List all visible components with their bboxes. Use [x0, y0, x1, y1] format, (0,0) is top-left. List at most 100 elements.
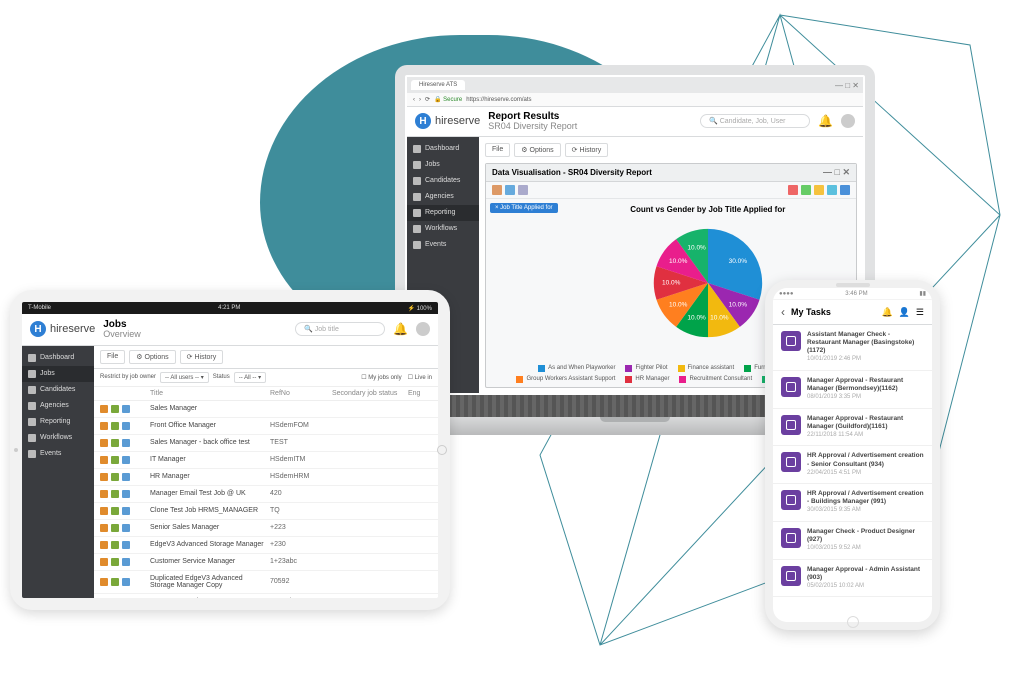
svg-text:30.0%: 30.0% — [728, 258, 747, 265]
sidebar-item-events[interactable]: Events — [22, 446, 94, 462]
table-row[interactable]: Customer Service Manager1+23abc — [94, 554, 438, 571]
svg-text:10.0%: 10.0% — [662, 280, 681, 287]
browser-tab[interactable]: Hireserve ATS — [411, 80, 465, 90]
brand-logo[interactable]: H hireserve — [30, 321, 95, 337]
nav-icon — [413, 209, 421, 217]
avatar[interactable] — [841, 114, 855, 128]
options-button[interactable]: ⚙ Options — [129, 350, 175, 364]
nav-icon — [28, 434, 36, 442]
nav-icon — [413, 241, 421, 249]
list-item[interactable]: Manager Approval - Admin Assistant (903)… — [773, 560, 932, 598]
table-row[interactable]: Sales Manager - back office testTEST — [94, 435, 438, 452]
sidebar-item-workflows[interactable]: Workflows — [407, 221, 479, 237]
table-row[interactable]: IT ManagerHSdemITM — [94, 452, 438, 469]
history-button[interactable]: ⟳ History — [565, 143, 609, 157]
sidebar-item-jobs[interactable]: Jobs — [407, 157, 479, 173]
legend-item: Finance assistant — [678, 365, 735, 372]
legend-item: Recruitment Consultant — [679, 376, 752, 383]
history-button[interactable]: ⟳ History — [180, 350, 224, 364]
filter-bar: Restrict by job owner -- All users -- ▾ … — [94, 369, 438, 387]
nav-reload-icon[interactable]: ⟳ — [425, 96, 430, 103]
legend-item: Group Workers Assistant Support — [516, 376, 615, 383]
sidebar-item-jobs[interactable]: Jobs — [22, 366, 94, 382]
table-row[interactable]: Front Office ManagerHSdemFOM — [94, 418, 438, 435]
file-button[interactable]: File — [100, 350, 125, 364]
sidebar-item-reporting[interactable]: Reporting — [407, 205, 479, 221]
svg-text:10.0%: 10.0% — [669, 258, 688, 265]
logo-icon: H — [415, 113, 431, 129]
back-icon[interactable]: ‹ — [781, 305, 785, 319]
phone-status-bar: ●●●●3:46 PM▮▮ — [773, 288, 932, 300]
secure-badge: 🔒 Secure — [434, 96, 462, 103]
sidebar-item-agencies[interactable]: Agencies — [407, 189, 479, 205]
legend-item: HR Manager — [625, 376, 669, 383]
table-row[interactable]: Sales Manager — [94, 401, 438, 418]
nav-fwd-icon[interactable]: › — [419, 97, 421, 103]
nav-icon — [413, 225, 421, 233]
svg-text:10.0%: 10.0% — [728, 301, 747, 308]
filter-tag[interactable]: × Job Title Applied for — [490, 203, 558, 213]
list-item[interactable]: HR Approval / Advertisement creation - B… — [773, 484, 932, 522]
sidebar-item-dashboard[interactable]: Dashboard — [407, 141, 479, 157]
list-item[interactable]: HR Approval / Advertisement creation - S… — [773, 446, 932, 484]
search-input[interactable]: 🔍 Candidate, Job, User — [700, 114, 810, 128]
notifications-icon[interactable]: 🔔 — [881, 307, 892, 318]
table-row[interactable]: Customer Service Manager1+23abc — [94, 594, 438, 598]
legend-item: Fighter Pilot — [625, 365, 667, 372]
tool-icon[interactable] — [518, 185, 528, 195]
livein-checkbox[interactable]: ☐ Live in — [408, 374, 432, 381]
list-item[interactable]: Manager Approval - Restaurant Manager (G… — [773, 409, 932, 447]
tool-icon[interactable] — [827, 185, 837, 195]
sidebar-item-candidates[interactable]: Candidates — [407, 173, 479, 189]
search-input[interactable]: 🔍 Job title — [295, 322, 385, 336]
chart-title: Count vs Gender by Job Title Applied for — [630, 205, 785, 214]
page-title: My Tasks — [791, 307, 831, 317]
task-icon — [781, 452, 801, 472]
nav-icon — [28, 370, 36, 378]
tool-icon[interactable] — [801, 185, 811, 195]
tool-icon[interactable] — [492, 185, 502, 195]
list-item[interactable]: Manager Approval - Restaurant Manager (B… — [773, 371, 932, 409]
notifications-icon[interactable]: 🔔 — [818, 114, 833, 128]
status-select[interactable]: -- All -- ▾ — [234, 372, 266, 383]
sidebar-item-candidates[interactable]: Candidates — [22, 382, 94, 398]
tool-icon[interactable] — [814, 185, 824, 195]
jobs-table: Title RefNo Secondary job status Eng Sal… — [94, 387, 438, 598]
options-button[interactable]: ⚙ Options — [514, 143, 560, 157]
sidebar-item-reporting[interactable]: Reporting — [22, 414, 94, 430]
table-row[interactable]: HR ManagerHSdemHRM — [94, 469, 438, 486]
list-item[interactable]: Manager Check - Product Designer (927)10… — [773, 522, 932, 560]
nav-icon — [28, 450, 36, 458]
sidebar-item-events[interactable]: Events — [407, 237, 479, 253]
table-row[interactable]: Clone Test Job HRMS_MANAGERTQ — [94, 503, 438, 520]
window-controls[interactable]: — □ ✕ — [835, 81, 859, 90]
notifications-icon[interactable]: 🔔 — [393, 322, 408, 336]
page-title: Jobs Overview — [103, 319, 141, 340]
tool-icon[interactable] — [505, 185, 515, 195]
panel-close-icon[interactable]: — □ ✕ — [823, 167, 850, 178]
sidebar-item-agencies[interactable]: Agencies — [22, 398, 94, 414]
table-row[interactable]: Duplicated EdgeV3 Advanced Storage Manag… — [94, 571, 438, 594]
toolbar: File ⚙ Options ⟳ History — [485, 143, 857, 157]
list-item[interactable]: Assistant Manager Check - Restaurant Man… — [773, 325, 932, 371]
nav-back-icon[interactable]: ‹ — [413, 97, 415, 103]
table-row[interactable]: Senior Sales Manager+223 — [94, 520, 438, 537]
address-bar[interactable]: ‹ › ⟳ 🔒 Secure https://hireserve.com/ats — [407, 93, 863, 107]
owner-select[interactable]: -- All users -- ▾ — [160, 372, 209, 383]
svg-text:10.0%: 10.0% — [687, 245, 706, 252]
sidebar-item-workflows[interactable]: Workflows — [22, 430, 94, 446]
avatar[interactable]: 👤 — [899, 307, 910, 318]
sidebar-item-dashboard[interactable]: Dashboard — [22, 350, 94, 366]
myjobs-checkbox[interactable]: ☐ My jobs only — [361, 374, 401, 381]
table-row[interactable]: Manager Email Test Job @ UK420 — [94, 486, 438, 503]
menu-icon[interactable]: ☰ — [916, 307, 924, 318]
task-icon — [781, 566, 801, 586]
tool-icon[interactable] — [840, 185, 850, 195]
file-button[interactable]: File — [485, 143, 510, 157]
svg-text:10.0%: 10.0% — [669, 301, 688, 308]
brand-logo[interactable]: H hireserve — [415, 113, 480, 129]
avatar[interactable] — [416, 322, 430, 336]
phone-header: ‹ My Tasks 🔔 👤 ☰ — [773, 300, 932, 325]
tool-icon[interactable] — [788, 185, 798, 195]
table-row[interactable]: EdgeV3 Advanced Storage Manager+230 — [94, 537, 438, 554]
